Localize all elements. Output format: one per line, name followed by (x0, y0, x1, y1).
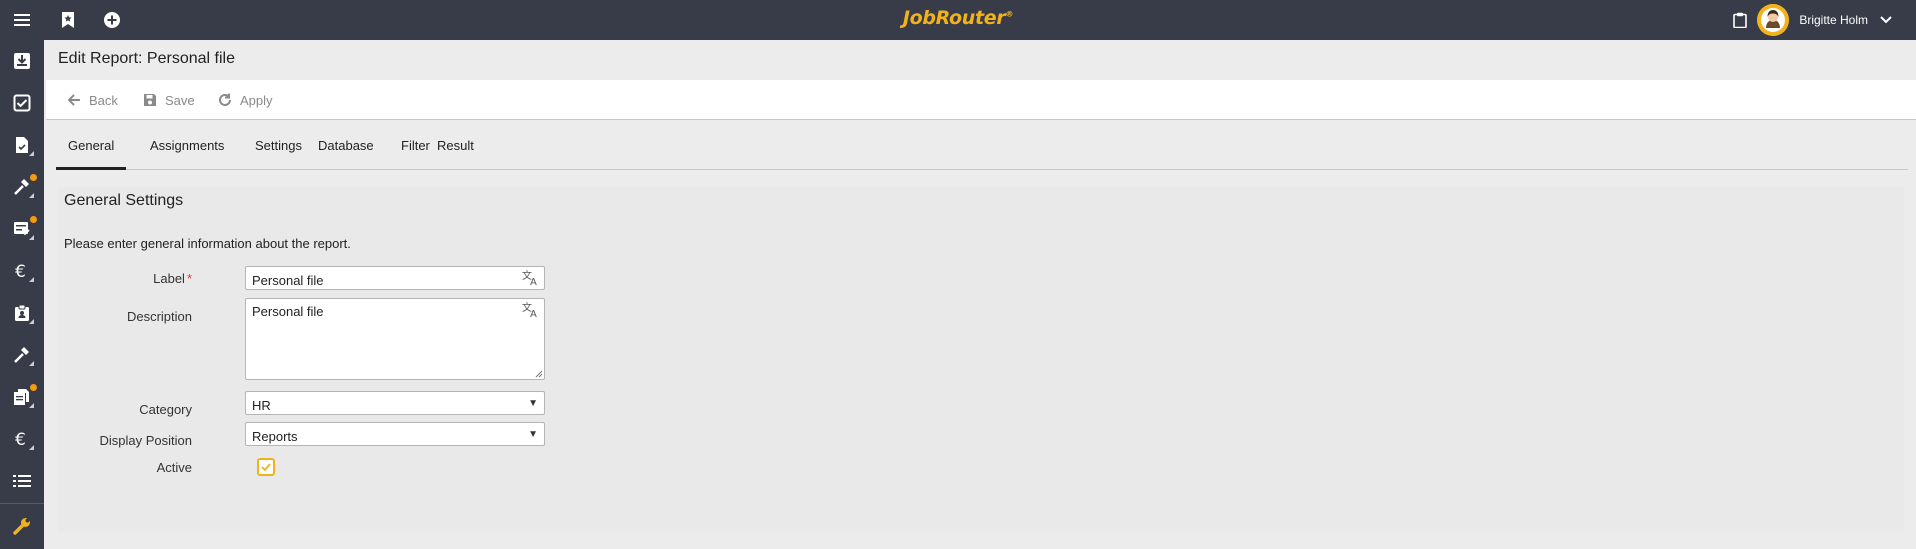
sidebar-item-list[interactable] (0, 460, 44, 502)
floppy-disk-icon (144, 94, 156, 106)
badge-icon (15, 304, 29, 321)
svg-text:€: € (15, 262, 26, 280)
user-name: Brigitte Holm (1799, 13, 1868, 27)
description-textarea[interactable]: Personal file 文A (245, 298, 545, 380)
label-input[interactable]: Personal file 文A (245, 266, 545, 290)
required-marker: * (186, 271, 192, 286)
sidebar-item-documents[interactable] (0, 124, 44, 166)
notification-dot (30, 216, 37, 223)
sidebar-divider (0, 503, 44, 504)
active-field-label: Active (156, 460, 192, 475)
inbox-download-icon (14, 53, 30, 69)
check-icon (261, 463, 271, 471)
jobrouter-logo: JobRouter® (902, 7, 1014, 29)
display-position-select-value: Reports (252, 429, 298, 444)
sidebar-item-admin-tools[interactable] (0, 334, 44, 376)
tab-bar: General Assignments Settings Database Fi… (56, 122, 1908, 170)
checkbox-icon (13, 94, 31, 112)
sidebar-item-tools[interactable] (0, 166, 44, 208)
section-title: General Settings (64, 192, 184, 209)
svg-text:€: € (15, 430, 26, 448)
category-select-value: HR (252, 398, 271, 413)
sidebar-item-configuration[interactable] (0, 505, 44, 547)
label-field-label: Label * (153, 271, 192, 286)
svg-text:A: A (530, 277, 537, 286)
main-content: Edit Report: Personal file Back Save App… (46, 40, 1916, 549)
tab-settings[interactable]: Settings (243, 122, 314, 170)
list-icon (13, 475, 31, 487)
category-field-label: Category (139, 402, 192, 417)
sidebar-item-inbox[interactable] (0, 40, 44, 82)
dropdown-arrow-icon: ▼ (528, 398, 538, 409)
chevron-down-icon (1880, 16, 1892, 24)
translate-icon[interactable]: 文A (522, 301, 540, 321)
euro-icon: € (15, 262, 26, 280)
wrench-icon (13, 518, 30, 535)
top-bar: JobRouter® Brigitte Holm (0, 0, 1916, 40)
arrow-left-icon (68, 94, 80, 106)
dropdown-arrow-icon: ▼ (528, 429, 538, 440)
page-title: Edit Report: Personal file (58, 50, 235, 67)
description-field-label: Description (126, 309, 192, 324)
sidebar-item-forms[interactable] (0, 208, 44, 250)
notification-dot (30, 384, 37, 391)
sidebar-item-personnel[interactable] (0, 292, 44, 334)
clipboard-icon[interactable] (1728, 8, 1752, 32)
general-settings-panel: General Settings Please enter general in… (58, 187, 1904, 532)
sidebar: € € (0, 40, 44, 549)
display-position-field-label: Display Position (99, 433, 193, 448)
resize-grip-icon[interactable] (535, 370, 543, 378)
tab-assignments[interactable]: Assignments (138, 122, 236, 170)
translate-icon[interactable]: 文A (522, 269, 540, 289)
description-textarea-value: Personal file (252, 304, 324, 319)
sidebar-item-tasks[interactable] (0, 82, 44, 124)
section-description: Please enter general information about t… (64, 236, 351, 251)
sidebar-item-archive[interactable] (0, 376, 44, 418)
bookmark-star-icon[interactable] (56, 8, 80, 32)
avatar (1757, 4, 1790, 36)
hamburger-icon[interactable] (10, 8, 34, 32)
save-button[interactable]: Save (143, 80, 195, 120)
display-position-select[interactable]: Reports ▼ (245, 422, 545, 446)
tab-result[interactable]: Result (425, 122, 486, 170)
category-select[interactable]: HR ▼ (245, 391, 545, 415)
active-checkbox[interactable] (257, 458, 275, 476)
euro-icon: € (15, 430, 26, 448)
plus-circle-icon[interactable] (100, 8, 124, 32)
sidebar-item-finance[interactable]: € (0, 250, 44, 292)
label-input-value: Personal file (252, 273, 324, 288)
back-button[interactable]: Back (68, 80, 118, 120)
apply-button[interactable]: Apply (218, 80, 273, 120)
document-icon (16, 137, 28, 153)
tab-database[interactable]: Database (306, 122, 386, 170)
sidebar-item-billing[interactable]: € (0, 418, 44, 460)
toolbar: Back Save Apply (46, 80, 1916, 120)
user-menu[interactable]: Brigitte Holm (1757, 4, 1892, 36)
svg-text:A: A (530, 309, 537, 318)
refresh-icon (219, 93, 231, 106)
notification-dot (30, 174, 37, 181)
tab-general[interactable]: General (56, 122, 127, 170)
